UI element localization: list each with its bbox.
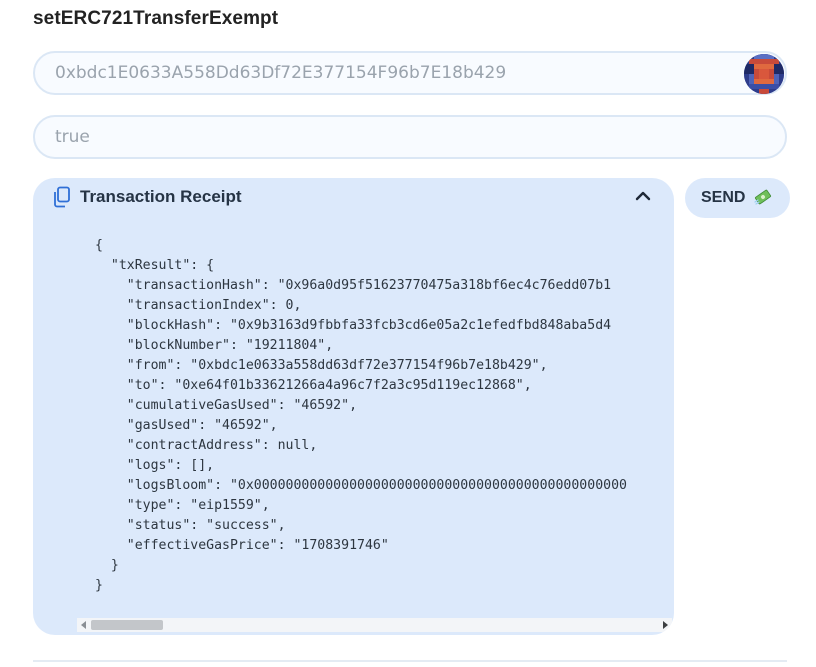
json-line: "type": "eip1559", — [95, 498, 270, 513]
divider — [33, 660, 787, 662]
receipt-json: { "txResult": { "transactionHash": "0x96… — [33, 236, 674, 606]
transaction-receipt-panel: Transaction Receipt { "txResult": { "tra… — [33, 178, 674, 635]
json-line: "status": "success", — [95, 518, 286, 533]
address-input-container — [33, 51, 787, 95]
json-line: "txResult": { — [95, 258, 215, 273]
bool-input-container — [33, 115, 787, 159]
send-button-label: SEND — [701, 189, 746, 206]
address-input[interactable] — [55, 53, 735, 93]
horizontal-scrollbar[interactable] — [77, 618, 672, 632]
function-title: setERC721TransferExempt — [33, 8, 279, 29]
json-line: { — [95, 238, 103, 253]
copy-icon[interactable] — [52, 186, 72, 208]
json-line: } — [95, 558, 119, 573]
json-line: "cumulativeGasUsed": "46592", — [95, 398, 358, 413]
bool-input[interactable] — [55, 117, 735, 157]
receipt-json-text: { "txResult": { "transactionHash": "0x96… — [95, 236, 627, 596]
json-line: "effectiveGasPrice": "1708391746" — [95, 538, 389, 553]
json-line: "transactionHash": "0x96a0d95f5162377047… — [95, 278, 612, 293]
json-line: "blockNumber": "19211804", — [95, 338, 334, 353]
json-line: } — [95, 578, 103, 593]
chevron-up-icon[interactable] — [634, 189, 652, 203]
transaction-receipt-title: Transaction Receipt — [80, 187, 242, 206]
json-line: "blockHash": "0x9b3163d9fbbfa33fcb3cd6e0… — [95, 318, 612, 333]
address-avatar-icon — [744, 54, 784, 94]
money-icon — [754, 189, 772, 205]
json-line: "from": "0xbdc1e0633a558dd63df72e377154f… — [95, 358, 548, 373]
json-line: "contractAddress": null, — [95, 438, 318, 453]
json-line: "to": "0xe64f01b33621266a4a96c7f2a3c95d1… — [95, 378, 532, 393]
scrollbar-thumb[interactable] — [91, 620, 163, 630]
scroll-right-icon[interactable] — [663, 621, 668, 629]
transaction-receipt-header[interactable]: Transaction Receipt — [33, 178, 674, 218]
json-line: "logs": [], — [95, 458, 215, 473]
json-line: "gasUsed": "46592", — [95, 418, 278, 433]
json-line: "transactionIndex": 0, — [95, 298, 302, 313]
send-button[interactable]: SEND — [685, 178, 790, 218]
scroll-left-icon[interactable] — [81, 621, 86, 629]
json-line: "logsBloom": "0x000000000000000000000000… — [95, 478, 627, 493]
